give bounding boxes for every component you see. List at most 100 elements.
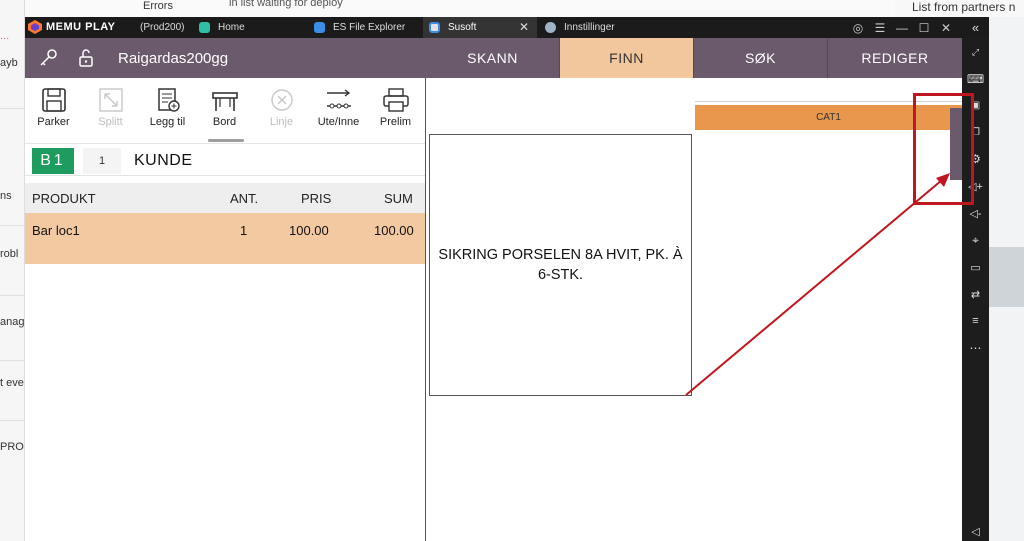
- memu-logo-icon: [28, 20, 42, 34]
- row-price: 100.00: [289, 223, 329, 238]
- bg-errors-label: Errors: [143, 0, 173, 12]
- bg-fragment: t eve: [0, 377, 24, 389]
- column-qty: ANT.: [230, 191, 259, 206]
- list-icon[interactable]: ≡: [962, 312, 989, 330]
- bg-fragment: anag: [0, 316, 25, 328]
- toolbar-label: Parker: [37, 116, 70, 128]
- panel-divider: [425, 78, 426, 541]
- tab-home[interactable]: Home: [193, 17, 305, 38]
- row-sum: 100.00: [374, 223, 414, 238]
- add-list-icon: [157, 88, 180, 112]
- legg-til-button[interactable]: Legg til: [139, 78, 196, 144]
- tab-skann[interactable]: SKANN: [426, 38, 560, 78]
- customer-label[interactable]: KUNDE: [134, 152, 193, 170]
- home-app-icon: [199, 22, 210, 33]
- volume-down-icon[interactable]: ◁-: [962, 204, 989, 222]
- minimize-icon[interactable]: —: [891, 17, 913, 38]
- location-icon[interactable]: ⌖: [962, 231, 989, 249]
- bg-divider: [0, 360, 24, 361]
- parker-button[interactable]: Parker: [25, 78, 82, 144]
- main-nav: SKANN FINN SØK REDIGER: [426, 38, 962, 78]
- bg-fragment: PROE: [0, 441, 24, 453]
- toolbar-label: Ute/Inne: [317, 116, 360, 128]
- toolbar-label: Splitt: [98, 116, 123, 128]
- menu-icon[interactable]: ☰: [869, 17, 891, 38]
- bg-fragment: ns: [0, 190, 12, 202]
- tab-label: Home: [218, 22, 245, 33]
- product-card[interactable]: SIKRING PORSELEN 8A HVIT, PK. À 6-STK.: [429, 134, 692, 396]
- table-row[interactable]: Bar loc1 1 100.00 100.00: [25, 213, 426, 264]
- folder-icon[interactable]: ▭: [962, 258, 989, 276]
- account-icon[interactable]: ◎: [847, 17, 869, 38]
- toolbar-label: Linje: [269, 116, 294, 128]
- column-product: PRODUKT: [32, 191, 96, 206]
- guest-count[interactable]: 1: [83, 148, 121, 174]
- tab-label: Innstillinger: [564, 22, 615, 33]
- order-table-header: PRODUKT ANT. PRIS SUM: [25, 183, 426, 213]
- tab-susoft[interactable]: Susoft ✕: [423, 17, 537, 38]
- bg-fragment: ayb: [0, 57, 18, 69]
- close-tab-icon[interactable]: ✕: [519, 20, 529, 34]
- printer-icon: [382, 88, 409, 112]
- background-window-right: List from partners n: [895, 0, 1024, 17]
- bg-divider: [0, 420, 24, 421]
- table-badge[interactable]: B1: [32, 148, 74, 174]
- maximize-icon[interactable]: ☐: [913, 17, 935, 38]
- tab-finn[interactable]: FINN: [560, 38, 694, 78]
- bg-deploy-text: in list waiting for deploy: [229, 0, 343, 9]
- tab-es-file-explorer[interactable]: ES File Explorer: [308, 17, 420, 38]
- column-sum: SUM: [384, 191, 413, 206]
- emulator-instance: (Prod200): [140, 22, 185, 33]
- tab-label: ES File Explorer: [333, 22, 406, 33]
- toolbar-label: Legg til: [149, 116, 186, 128]
- keyboard-icon[interactable]: ⌨: [962, 70, 989, 88]
- emulator-brand: MEMU PLAY: [46, 21, 116, 33]
- susoft-app-icon: [429, 22, 440, 33]
- background-right-column: [989, 17, 1024, 541]
- bg-fragment: ...: [0, 30, 10, 42]
- sync-icon[interactable]: ⇄: [962, 285, 989, 303]
- prelim-button[interactable]: Prelim: [367, 78, 424, 144]
- background-window-top: Errors in list waiting for deploy: [25, 0, 895, 17]
- split-icon: [98, 88, 123, 112]
- bg-divider: [0, 295, 24, 296]
- bg-image: [989, 247, 1024, 307]
- resize-icon[interactable]: ⤢: [962, 43, 989, 61]
- more-icon[interactable]: ⋯: [962, 339, 989, 357]
- key-icon[interactable]: [38, 48, 58, 73]
- ute-inne-button[interactable]: Ute/Inne: [310, 78, 367, 144]
- collapse-sidebar-button[interactable]: «: [962, 17, 989, 38]
- toolbar-scroll-indicator: [208, 139, 244, 142]
- order-toolbar: Parker Splitt Legg til Bord Linje Ute/In…: [25, 78, 426, 144]
- splitt-button[interactable]: Splitt: [82, 78, 139, 144]
- tab-innstillinger[interactable]: Innstillinger: [539, 17, 649, 38]
- save-icon: [41, 88, 66, 112]
- bg-divider: [0, 225, 24, 226]
- background-window-left: ... ayb ns robl anag t eve PROE: [0, 0, 25, 541]
- table-icon: [211, 92, 238, 111]
- bg-partners-text: List from partners n: [912, 0, 1016, 14]
- close-window-icon[interactable]: ✕: [935, 17, 957, 38]
- folder-app-icon: [314, 22, 325, 33]
- tab-sok[interactable]: SØK: [694, 38, 828, 78]
- table-customer-bar: B1 1 KUNDE: [25, 146, 426, 176]
- susoft-app: Raigardas200gg SKANN FINN SØK REDIGER Pa…: [25, 38, 962, 541]
- collapse-icon: «: [971, 20, 980, 35]
- settings-app-icon: [545, 22, 556, 33]
- bord-button[interactable]: Bord: [196, 78, 253, 144]
- annotation-highlight-box: [913, 93, 974, 205]
- bg-divider: [0, 108, 24, 109]
- cancel-circle-icon: [270, 89, 293, 111]
- lock-icon[interactable]: [77, 48, 95, 73]
- row-product: Bar loc1: [32, 223, 80, 238]
- bg-fragment: robl: [0, 248, 19, 260]
- column-price: PRIS: [301, 191, 332, 206]
- tab-label: Susoft: [448, 22, 477, 33]
- linje-button[interactable]: Linje: [253, 78, 310, 144]
- toolbar-label: Prelim: [379, 116, 412, 128]
- toolbar-label: Bord: [212, 116, 237, 128]
- back-icon[interactable]: ◁: [962, 522, 989, 540]
- tab-rediger[interactable]: REDIGER: [828, 38, 962, 78]
- app-header: Raigardas200gg: [25, 38, 426, 78]
- row-qty: 1: [240, 223, 248, 238]
